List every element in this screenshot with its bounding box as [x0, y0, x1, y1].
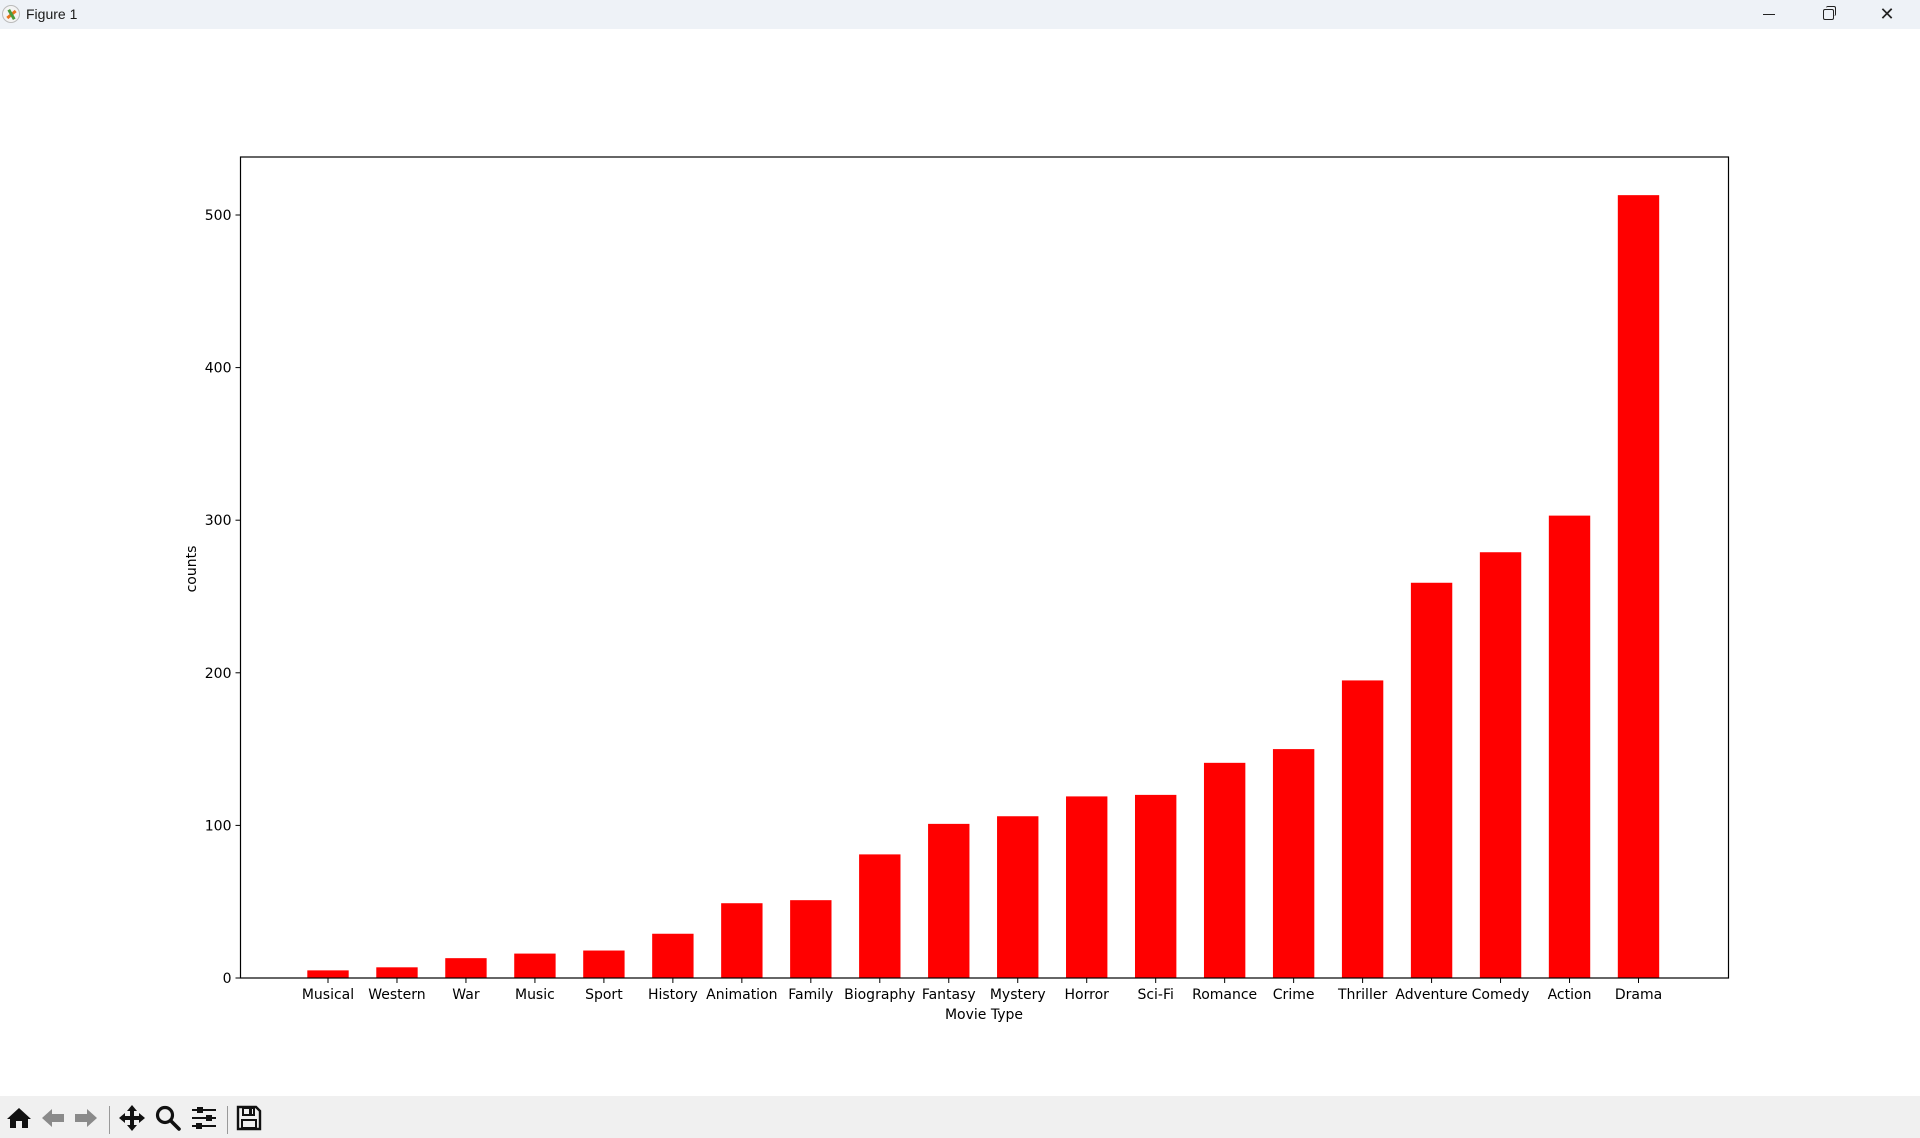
- close-button[interactable]: ✕: [1858, 0, 1916, 29]
- y-tick-label: 400: [205, 361, 232, 377]
- x-tick-label: Fantasy: [922, 987, 976, 1003]
- x-axis-label: Movie Type: [945, 1007, 1023, 1023]
- x-tick-label: War: [452, 987, 480, 1003]
- x-tick-label: Family: [788, 987, 833, 1003]
- x-tick-label: Adventure: [1395, 987, 1467, 1003]
- y-tick-label: 100: [205, 818, 232, 834]
- y-tick-label: 300: [205, 513, 232, 529]
- bar-comedy: [1479, 552, 1522, 978]
- x-tick-label: Horror: [1065, 987, 1110, 1003]
- home-button[interactable]: [4, 1104, 34, 1132]
- arrow-right-icon: [75, 1109, 97, 1127]
- x-tick-label: Comedy: [1472, 987, 1530, 1003]
- x-tick-label: Mystery: [990, 987, 1046, 1003]
- x-tick-label: Action: [1548, 987, 1592, 1003]
- arrow-left-icon: [42, 1109, 64, 1127]
- bar-sci-fi: [1134, 794, 1177, 978]
- bar-war: [445, 958, 487, 978]
- x-tick-label: Western: [368, 987, 425, 1003]
- y-axis: 0 100 200 300 400 500: [205, 208, 241, 987]
- minimize-button[interactable]: [1740, 0, 1798, 29]
- bar-romance: [1203, 762, 1246, 978]
- bar-thriller: [1341, 680, 1384, 978]
- floppy-disk-icon: [236, 1105, 262, 1131]
- pan-button[interactable]: [117, 1104, 147, 1132]
- y-axis-label: counts: [184, 546, 200, 593]
- bar-animation: [721, 903, 763, 978]
- window-title: Figure 1: [26, 6, 78, 22]
- configure-subplots-button[interactable]: [189, 1104, 219, 1132]
- close-icon: ✕: [1879, 4, 1895, 25]
- x-tick-label: History: [648, 987, 698, 1003]
- title-bar: Figure 1 ✕: [0, 0, 1920, 29]
- move-icon: [119, 1105, 145, 1131]
- bar-drama: [1617, 195, 1660, 978]
- navigation-toolbar: [0, 1096, 1920, 1138]
- toolbar-separator: [109, 1106, 110, 1134]
- bar-mystery: [997, 816, 1039, 978]
- y-tick-label: 500: [205, 208, 232, 224]
- x-tick-label: Musical: [302, 987, 354, 1003]
- save-button[interactable]: [234, 1104, 264, 1132]
- magnifier-icon: [155, 1105, 181, 1131]
- back-button[interactable]: [38, 1104, 68, 1132]
- bar-history: [652, 933, 694, 978]
- zoom-button[interactable]: [153, 1104, 183, 1132]
- x-tick-label: Drama: [1615, 987, 1662, 1003]
- bar-horror: [1066, 796, 1108, 978]
- sliders-icon: [192, 1107, 216, 1129]
- bar-western: [376, 967, 418, 978]
- bar-adventure: [1410, 582, 1453, 978]
- forward-button[interactable]: [71, 1104, 101, 1132]
- bar-action: [1548, 515, 1591, 978]
- x-tick-label: Music: [515, 987, 555, 1003]
- matplotlib-icon: [2, 5, 20, 23]
- toolbar-separator: [227, 1106, 228, 1134]
- bar-crime: [1272, 749, 1315, 978]
- x-tick-label: Sport: [585, 987, 623, 1003]
- bar-chart: 0 100 200 300 400 500 Musical Western War Music S…: [184, 156, 1730, 1023]
- bar-musical: [307, 970, 349, 978]
- x-tick-label: Thriller: [1337, 987, 1387, 1003]
- x-tick-label: Romance: [1192, 987, 1257, 1003]
- x-axis: Musical Western War Music Sport History Animat…: [302, 978, 1662, 1003]
- bar-fantasy: [928, 823, 970, 978]
- bar-biography: [859, 854, 901, 978]
- x-tick-label: Animation: [706, 987, 777, 1003]
- bars-group: [307, 195, 1660, 978]
- x-tick-label: Crime: [1273, 987, 1315, 1003]
- bar-music: [514, 953, 556, 978]
- restore-icon: [1822, 6, 1836, 20]
- x-tick-label: Biography: [844, 987, 915, 1003]
- y-tick-label: 200: [205, 666, 232, 682]
- x-tick-label: Sci-Fi: [1137, 987, 1173, 1003]
- bar-family: [790, 900, 832, 978]
- bar-sport: [583, 950, 625, 978]
- y-tick-label: 0: [223, 971, 232, 987]
- home-icon: [7, 1108, 31, 1128]
- minimize-icon: [1763, 14, 1775, 15]
- maximize-button[interactable]: [1799, 0, 1857, 29]
